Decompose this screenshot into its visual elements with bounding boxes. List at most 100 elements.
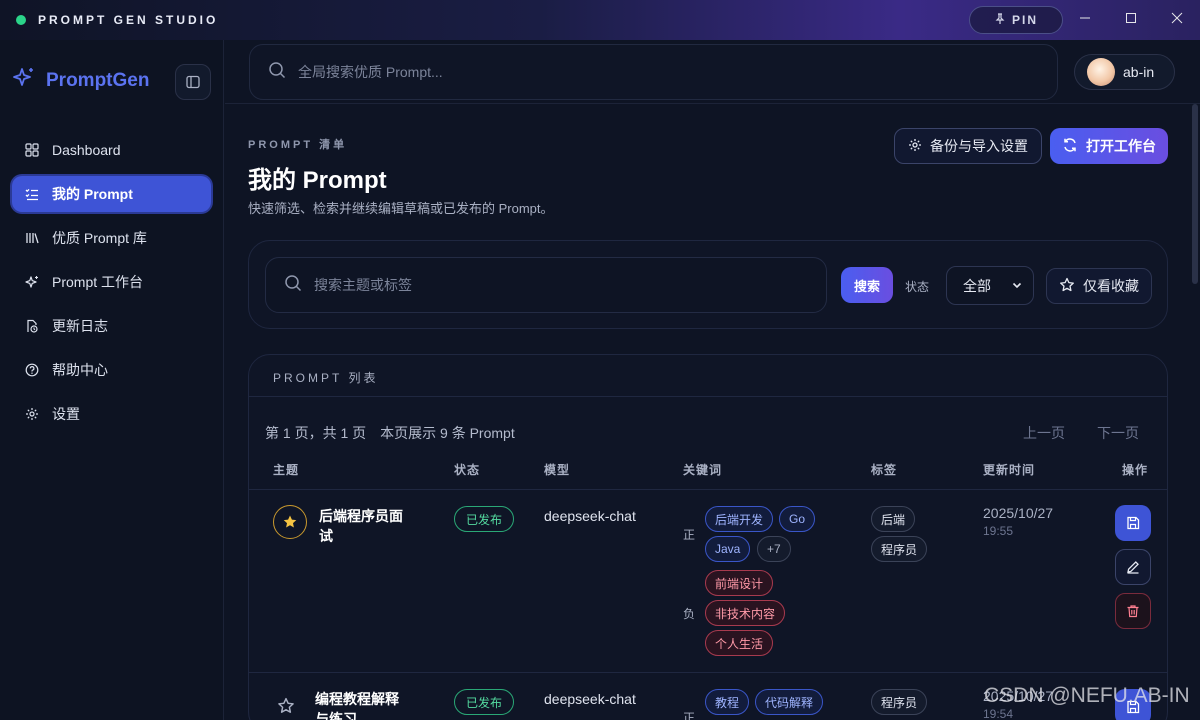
sparkles-icon: [24, 274, 40, 290]
topic-search[interactable]: [265, 257, 827, 313]
trash-icon: [1127, 605, 1139, 618]
negative-keywords-label: 负: [683, 607, 696, 621]
global-search-input[interactable]: [298, 64, 998, 80]
maximize-button[interactable]: [1108, 0, 1154, 36]
model-name: deepseek-chat: [544, 691, 636, 707]
keyword-chip: 后端开发: [705, 506, 774, 532]
sidebar-item-my-prompts[interactable]: 我的 Prompt: [12, 176, 211, 212]
sidebar-item-library[interactable]: 优质 Prompt 库: [12, 220, 211, 256]
brand[interactable]: PromptGen: [12, 66, 149, 95]
favorites-only-label: 仅看收藏: [1083, 278, 1139, 294]
tag-chip: 后端: [871, 506, 916, 532]
page-title: 我的 Prompt: [248, 167, 387, 194]
sidebar-item-label: 帮助中心: [52, 362, 108, 378]
prev-page-button[interactable]: 上一页: [1023, 423, 1065, 443]
search-icon: [284, 274, 302, 297]
library-icon: [24, 230, 40, 246]
column-header-model: 模型: [544, 463, 571, 477]
negative-keyword-chip: 个人生活: [705, 630, 774, 656]
updated-date: 2025/10/27: [983, 505, 1054, 521]
status-badge: 已发布: [454, 506, 515, 532]
column-header-actions: 操作: [1122, 463, 1149, 477]
watermark: CSDN @NEFU.AB-IN: [984, 684, 1190, 707]
topic-search-input[interactable]: [314, 277, 794, 293]
next-page-button[interactable]: 下一页: [1097, 423, 1139, 443]
chevron-down-icon: [1011, 278, 1023, 294]
favorites-only-button[interactable]: 仅看收藏: [1046, 268, 1152, 304]
open-workbench-button[interactable]: 打开工作台: [1050, 128, 1168, 164]
app-title: PROMPT GEN STUDIO: [38, 13, 219, 27]
updated-time: 19:55: [983, 524, 1014, 538]
pin-icon: [994, 12, 1006, 28]
sidebar-item-label: 我的 Prompt: [52, 186, 133, 202]
sparkles-logo-icon: [12, 66, 36, 95]
keyword-chip: Java: [705, 536, 751, 562]
search-icon: [268, 61, 286, 84]
tag-chip: 程序员: [871, 689, 928, 715]
refresh-icon: [1062, 137, 1078, 156]
edit-button[interactable]: [1115, 549, 1151, 585]
row-title[interactable]: 后端程序员面试: [319, 506, 415, 546]
search-button[interactable]: 搜索: [841, 267, 893, 303]
user-menu[interactable]: ab-in: [1074, 54, 1175, 90]
column-header-keywords: 关键词: [683, 463, 723, 477]
status-select-value: 全部: [963, 277, 991, 294]
sidebar-nav: Dashboard 我的 Prompt 优质 Prompt 库 Prompt 工…: [12, 132, 211, 440]
help-circle-icon: [24, 362, 40, 378]
sidebar-item-settings[interactable]: 设置: [12, 396, 211, 432]
delete-button[interactable]: [1115, 593, 1151, 629]
status-select[interactable]: 全部: [946, 266, 1034, 305]
sidebar-item-workbench[interactable]: Prompt 工作台: [12, 264, 211, 300]
global-search[interactable]: [249, 44, 1058, 100]
open-workbench-label: 打开工作台: [1086, 138, 1156, 154]
title-bar: PROMPT GEN STUDIO PIN: [0, 0, 1200, 40]
positive-keywords-label: 正: [683, 711, 696, 720]
sidebar-item-changelog[interactable]: 更新日志: [12, 308, 211, 344]
maximize-icon: [1126, 13, 1136, 23]
favorite-toggle[interactable]: [273, 505, 307, 539]
keyword-chip: Go: [779, 506, 816, 532]
keyword-chip: 教程: [705, 689, 750, 715]
row-divider: [249, 672, 1167, 673]
pin-button[interactable]: PIN: [969, 6, 1063, 34]
column-header-updated: 更新时间: [983, 463, 1036, 477]
sidebar-item-label: 更新日志: [52, 318, 108, 334]
header-divider: [225, 103, 1200, 104]
sidebar-item-dashboard[interactable]: Dashboard: [12, 132, 211, 168]
column-header-tags: 标签: [871, 463, 898, 477]
tag-chip: 程序员: [871, 536, 928, 562]
collapse-sidebar-button[interactable]: [175, 64, 211, 100]
file-clock-icon: [24, 318, 40, 334]
header-row-divider: [249, 489, 1167, 490]
page-eyebrow: PROMPT 清单: [248, 139, 348, 151]
gear-icon: [24, 406, 40, 422]
pencil-icon: [1127, 561, 1139, 574]
pin-label: PIN: [1011, 13, 1038, 27]
status-dot: [16, 15, 26, 25]
list-eyebrow: PROMPT 列表: [273, 371, 379, 385]
sidebar-item-label: 设置: [52, 406, 80, 422]
scrollbar-thumb[interactable]: [1192, 104, 1198, 284]
column-header-status: 状态: [454, 463, 481, 477]
negative-keyword-chip: 前端设计: [705, 570, 774, 596]
backup-import-button[interactable]: 备份与导入设置: [894, 128, 1042, 164]
positive-keywords-label: 正: [683, 528, 696, 542]
status-filter-label: 状态: [905, 280, 930, 294]
sidebar-item-label: 优质 Prompt 库: [52, 230, 147, 246]
page-scrollbar[interactable]: [1191, 104, 1199, 720]
keyword-chip: 代码解释: [755, 689, 824, 715]
backup-import-label: 备份与导入设置: [930, 138, 1028, 154]
username: ab-in: [1123, 64, 1155, 80]
more-keywords-chip[interactable]: +7: [757, 536, 791, 562]
close-icon: [1171, 12, 1183, 24]
page-info: 第 1 页，共 1 页 本页展示 9 条 Prompt: [265, 425, 515, 441]
row-title[interactable]: 编程教程解释与练习: [315, 689, 411, 720]
save-button[interactable]: [1115, 505, 1151, 541]
star-outline-icon: [278, 697, 294, 713]
sidebar-item-help[interactable]: 帮助中心: [12, 352, 211, 388]
prompt-list-card: PROMPT 列表 第 1 页，共 1 页 本页展示 9 条 Prompt 上一…: [248, 354, 1168, 720]
close-button[interactable]: [1154, 0, 1200, 36]
favorite-toggle[interactable]: [277, 697, 295, 720]
minimize-button[interactable]: [1062, 0, 1108, 36]
column-header-topic: 主题: [273, 463, 300, 477]
